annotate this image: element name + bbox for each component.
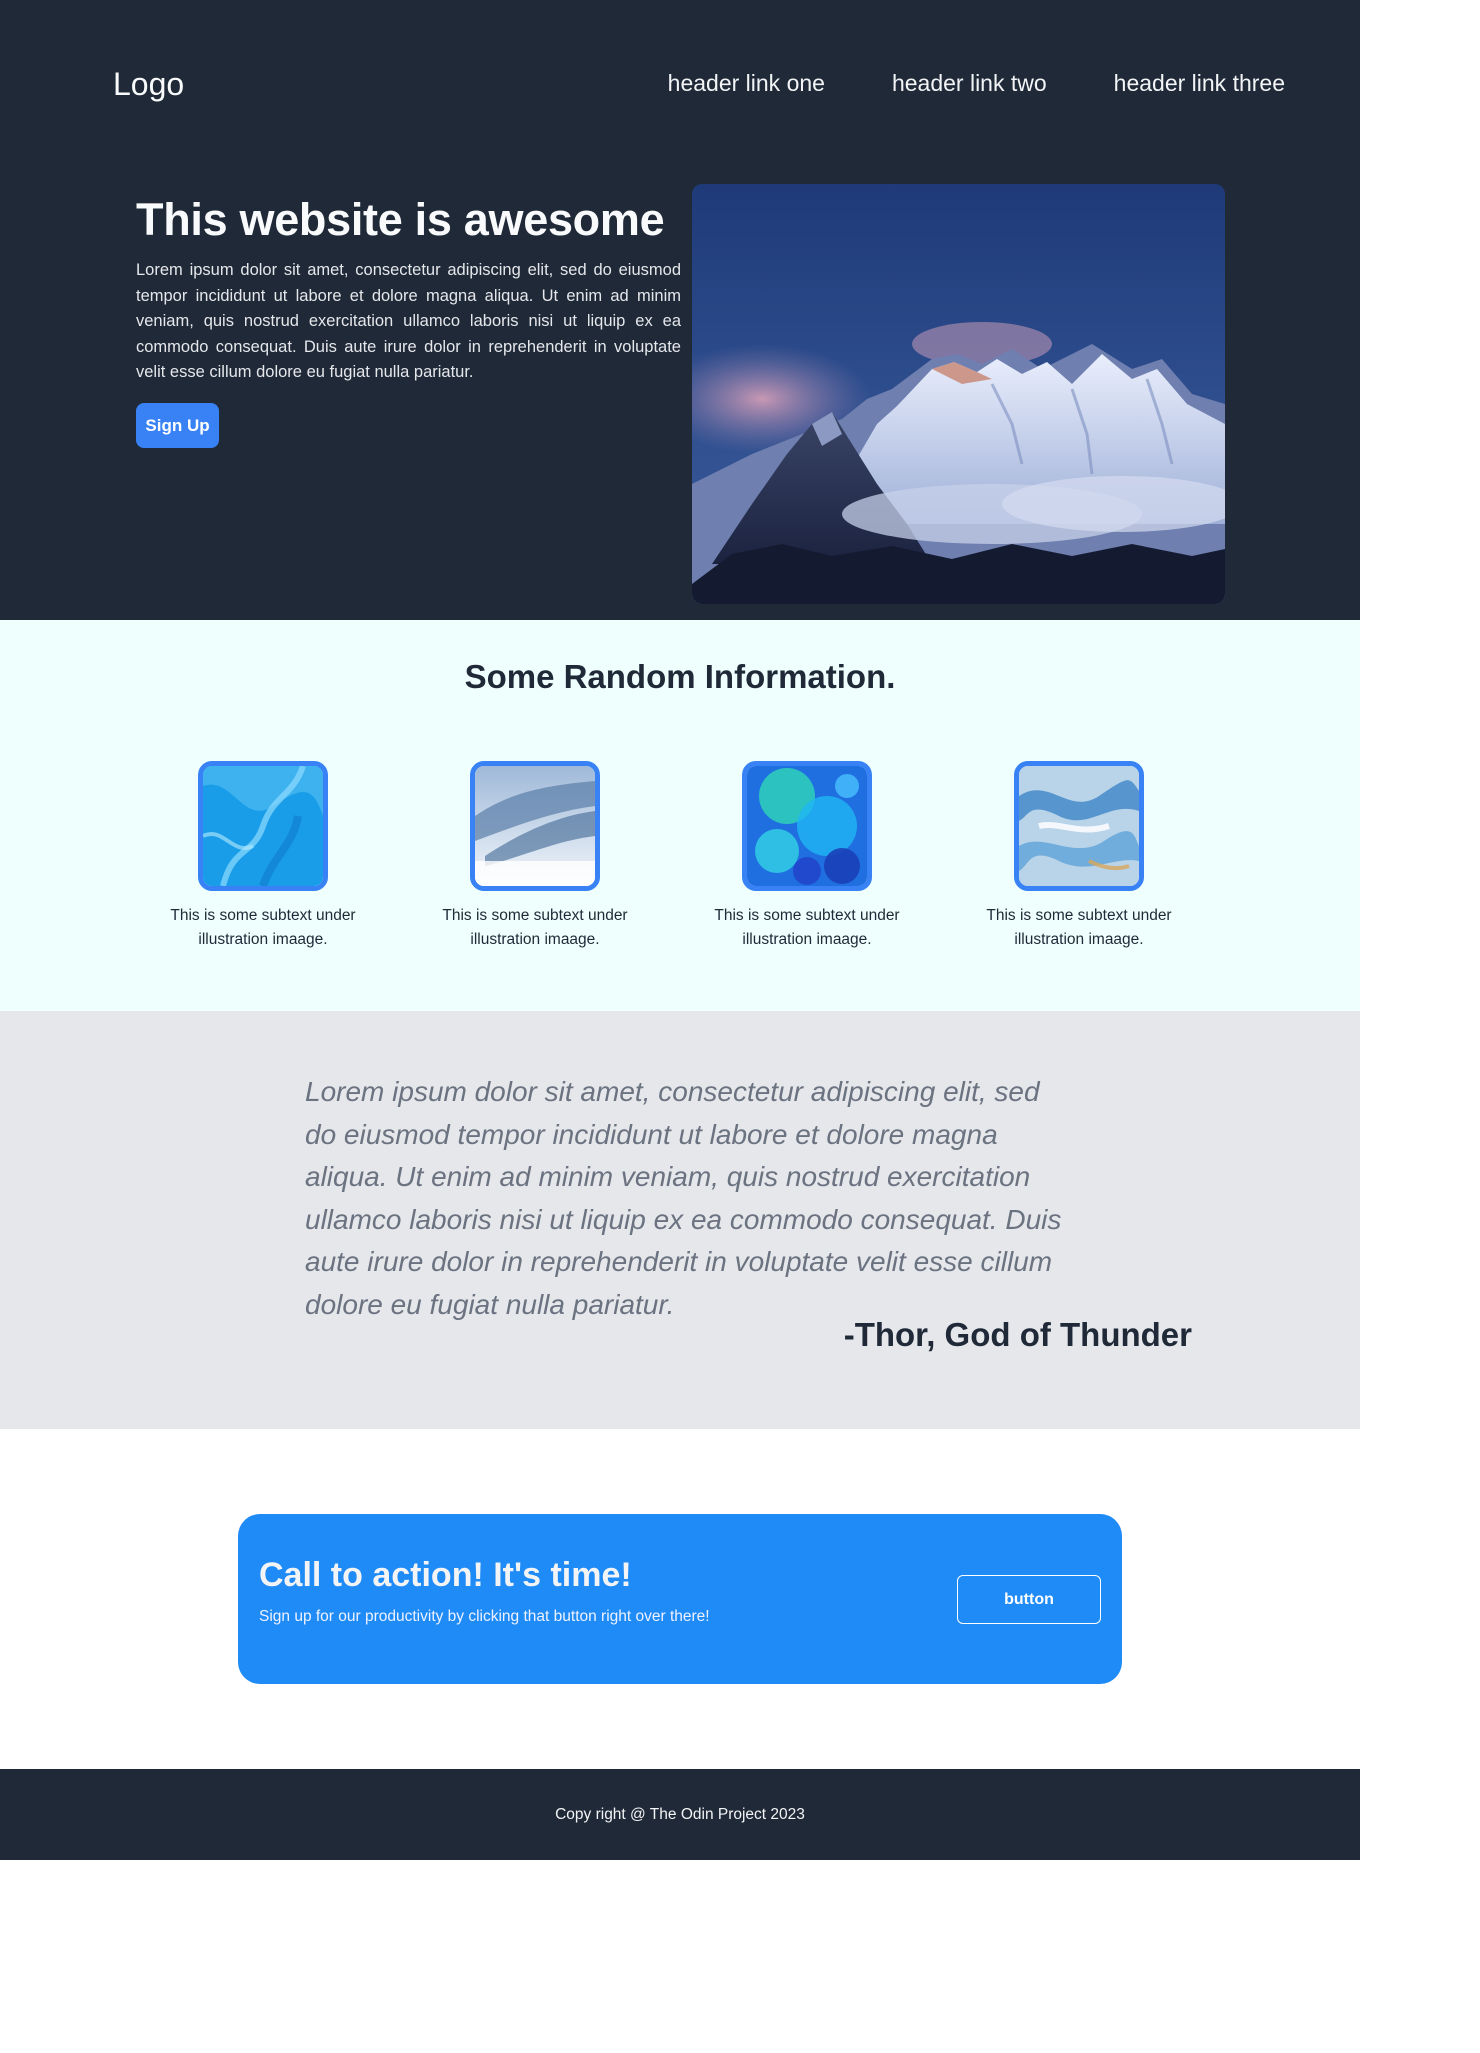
hero-paragraph: Lorem ipsum dolor sit amet, consectetur … [136,261,681,381]
cta-button[interactable]: button [957,1575,1101,1624]
info-card: This is some subtext under illustration … [697,761,917,952]
quote-author: -Thor, God of Thunder [843,1316,1192,1353]
logo[interactable]: Logo [113,64,184,104]
illustration-image [470,761,600,891]
illustration-image [198,761,328,891]
info-card: This is some subtext under illustration … [153,761,373,952]
header-link-one[interactable]: header link one [668,66,825,100]
header-link-three[interactable]: header link three [1114,66,1285,100]
illustration-image [742,761,872,891]
cta-section: Call to action! It's time! Sign up for o… [0,1429,1360,1769]
footer-text: Copy right @ The Odin Project 2023 [555,1805,805,1823]
card-subtext: This is some subtext under illustration … [170,907,356,948]
card-subtext: This is some subtext under illustration … [714,907,900,948]
info-section: Some Random Information. This is some su… [0,620,1360,1011]
cta-title: Call to action! It's time! [259,1556,632,1594]
hero-text: This website is awesome Lorem ipsum dolo… [136,190,681,386]
footer: Copy right @ The Odin Project 2023 [0,1769,1360,1860]
page: Logo header link one header link two hea… [0,0,1360,1860]
cta-subtitle: Sign up for our productivity by clicking… [259,1608,710,1625]
quote-section: Lorem ipsum dolor sit amet, consectetur … [0,1011,1360,1429]
header-nav: header link one header link two header l… [668,66,1285,100]
info-card: This is some subtext under illustration … [425,761,645,952]
quote-text: Lorem ipsum dolor sit amet, consectetur … [305,1076,1062,1320]
hero-mountain-image [692,184,1225,604]
header-link-two[interactable]: header link two [892,66,1047,100]
illustration-image [1014,761,1144,891]
sign-up-button[interactable]: Sign Up [136,403,219,448]
info-title: Some Random Information. [464,658,896,695]
hero-title: This website is awesome [136,194,665,245]
card-subtext: This is some subtext under illustration … [442,907,628,948]
hero-section: Logo header link one header link two hea… [0,0,1360,620]
info-card: This is some subtext under illustration … [969,761,1189,952]
cta-box: Call to action! It's time! Sign up for o… [238,1514,1122,1684]
card-subtext: This is some subtext under illustration … [986,907,1172,948]
